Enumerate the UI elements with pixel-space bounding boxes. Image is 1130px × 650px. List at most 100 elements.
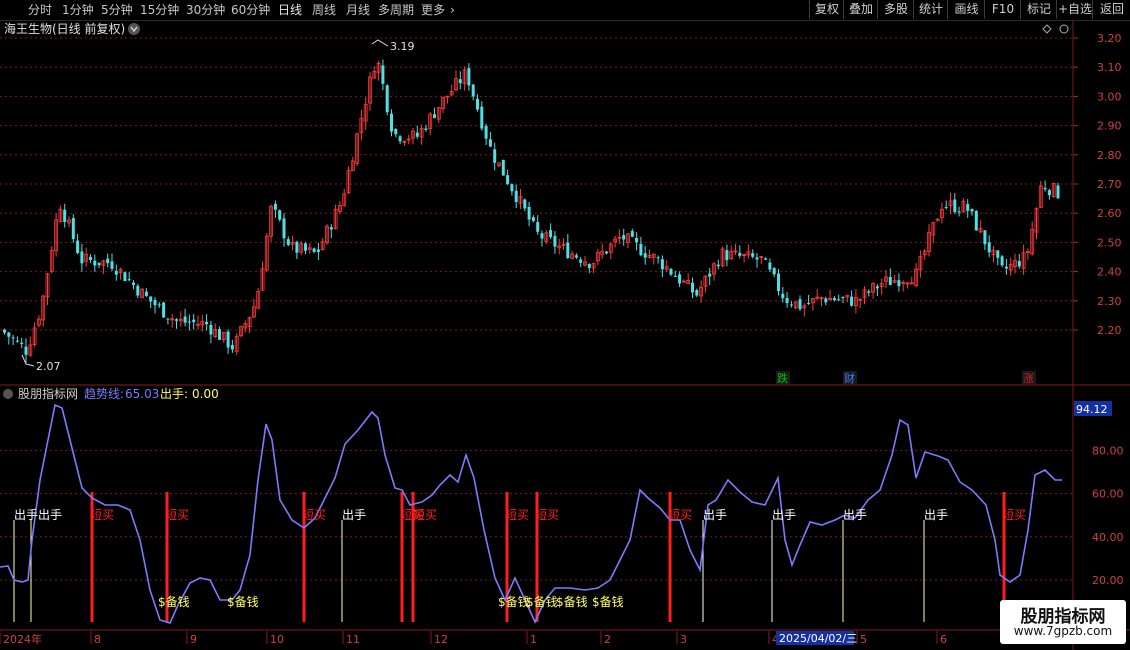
price-tick-label: 2.40	[1097, 266, 1122, 279]
toolbar-button-0[interactable]: 复权	[809, 0, 844, 19]
candle-body	[531, 217, 535, 221]
candle-body	[278, 210, 282, 220]
tab-period-3[interactable]: 15分钟	[140, 2, 179, 18]
tab-period-7[interactable]: 周线	[312, 2, 336, 18]
candle-body	[175, 319, 178, 321]
date-label-6: 1	[530, 633, 537, 646]
diamond-icon[interactable]	[1042, 24, 1052, 34]
tab-period-6[interactable]: 日线	[278, 2, 302, 18]
chevron-right-icon[interactable]: ›	[450, 2, 455, 18]
price-tick-label: 2.50	[1097, 236, 1122, 249]
candle-body	[149, 296, 153, 302]
price-tick-label: 3.10	[1097, 61, 1122, 74]
candle-body	[996, 250, 1000, 258]
event-tag-0: 跌	[777, 371, 788, 385]
candle-body	[415, 132, 419, 137]
tab-period-10[interactable]: 更多	[421, 2, 445, 18]
candle-body	[205, 321, 209, 325]
date-label-11: 6	[940, 633, 947, 646]
candle-body	[106, 258, 110, 264]
exit-signal-label: 出手	[843, 508, 867, 522]
tab-period-1[interactable]: 1分钟	[62, 2, 94, 18]
candle-body	[669, 269, 673, 275]
reserve-signal-label: $备钱	[526, 594, 558, 609]
tab-period-2[interactable]: 5分钟	[101, 2, 133, 18]
candle-body	[798, 299, 802, 310]
indicator-tick-label: 80.00	[1092, 444, 1124, 457]
tab-period-4[interactable]: 30分钟	[186, 2, 225, 18]
exit-value: 0.00	[192, 387, 219, 401]
candle-body	[273, 203, 277, 210]
candle-body	[488, 139, 492, 147]
toolbar-button-3[interactable]: 统计	[913, 0, 948, 19]
candle-body	[501, 159, 505, 176]
trend-label: 趋势线:	[84, 387, 124, 401]
candle-body	[329, 227, 333, 230]
reserve-signal-label: $备钱	[592, 594, 624, 609]
candle-body	[540, 233, 544, 239]
candle-body	[157, 304, 161, 306]
candle-body	[1043, 187, 1047, 190]
buy-signal-label: 短买	[302, 508, 326, 522]
cursor-date-label: 2025/04/02/三	[779, 632, 857, 645]
chevron-down-icon[interactable]	[3, 389, 13, 399]
candle-body	[716, 264, 720, 267]
chevron-down-icon[interactable]	[128, 23, 140, 35]
candle-body	[398, 136, 402, 142]
candle-body	[850, 296, 854, 306]
candle-body	[20, 342, 24, 345]
candle-body	[153, 300, 157, 306]
toolbar-button-4[interactable]: 画线	[947, 0, 985, 19]
toolbar-button-2[interactable]: 多股	[877, 0, 914, 19]
toolbar-button-5[interactable]: F10	[984, 0, 1021, 19]
candle-body	[957, 211, 961, 213]
candle-body	[772, 268, 776, 275]
candle-body	[166, 318, 170, 320]
buy-signal-label: 短买	[413, 508, 437, 522]
toolbar-button-6[interactable]: 标记	[1020, 0, 1057, 19]
candle-body	[678, 274, 682, 284]
candle-body	[471, 84, 475, 97]
date-label-10: 5	[860, 633, 867, 646]
candle-body	[1000, 256, 1004, 266]
candle-body	[691, 282, 694, 293]
toolbar-button-1[interactable]: 叠加	[843, 0, 878, 19]
candle-body	[1056, 185, 1060, 199]
tab-period-8[interactable]: 月线	[346, 2, 370, 18]
tab-period-5[interactable]: 60分钟	[231, 2, 270, 18]
settings-circle-icon[interactable]	[1059, 24, 1069, 34]
date-label-4: 11	[346, 633, 360, 646]
tab-period-0[interactable]: 分时	[28, 2, 52, 18]
candle-body	[987, 242, 991, 253]
exit-label: 出手:	[160, 387, 188, 401]
candle-body	[549, 229, 553, 238]
candle-body	[824, 298, 828, 303]
candle-body	[867, 291, 871, 293]
candle-body	[312, 248, 316, 252]
candle-body	[7, 332, 11, 337]
candle-body	[385, 85, 389, 113]
candle-body	[587, 263, 591, 269]
candle-body	[1047, 190, 1051, 196]
candle-body	[71, 218, 75, 240]
price-tick-label: 2.70	[1097, 178, 1122, 191]
candle-body	[785, 298, 789, 304]
candle-body	[695, 290, 699, 296]
candle-body	[110, 261, 114, 269]
reserve-signal-label: $备钱	[227, 594, 259, 609]
candle-body	[510, 184, 514, 192]
toolbar-button-7[interactable]: +自选	[1056, 0, 1093, 19]
candle-body	[660, 259, 664, 270]
exit-signal-label: 出手	[703, 508, 727, 522]
candle-body	[974, 210, 978, 231]
toolbar-button-8[interactable]: 返回	[1092, 0, 1130, 19]
candle-body	[622, 235, 626, 240]
candle-body	[875, 286, 879, 289]
candle-body	[523, 199, 527, 209]
candle-body	[506, 175, 510, 185]
candle-body	[493, 149, 497, 163]
tab-period-9[interactable]: 多周期	[378, 2, 414, 18]
exit-signal-label: 出手	[14, 508, 38, 522]
candle-body	[218, 329, 221, 340]
indicator-tick-label: 40.00	[1092, 531, 1124, 544]
